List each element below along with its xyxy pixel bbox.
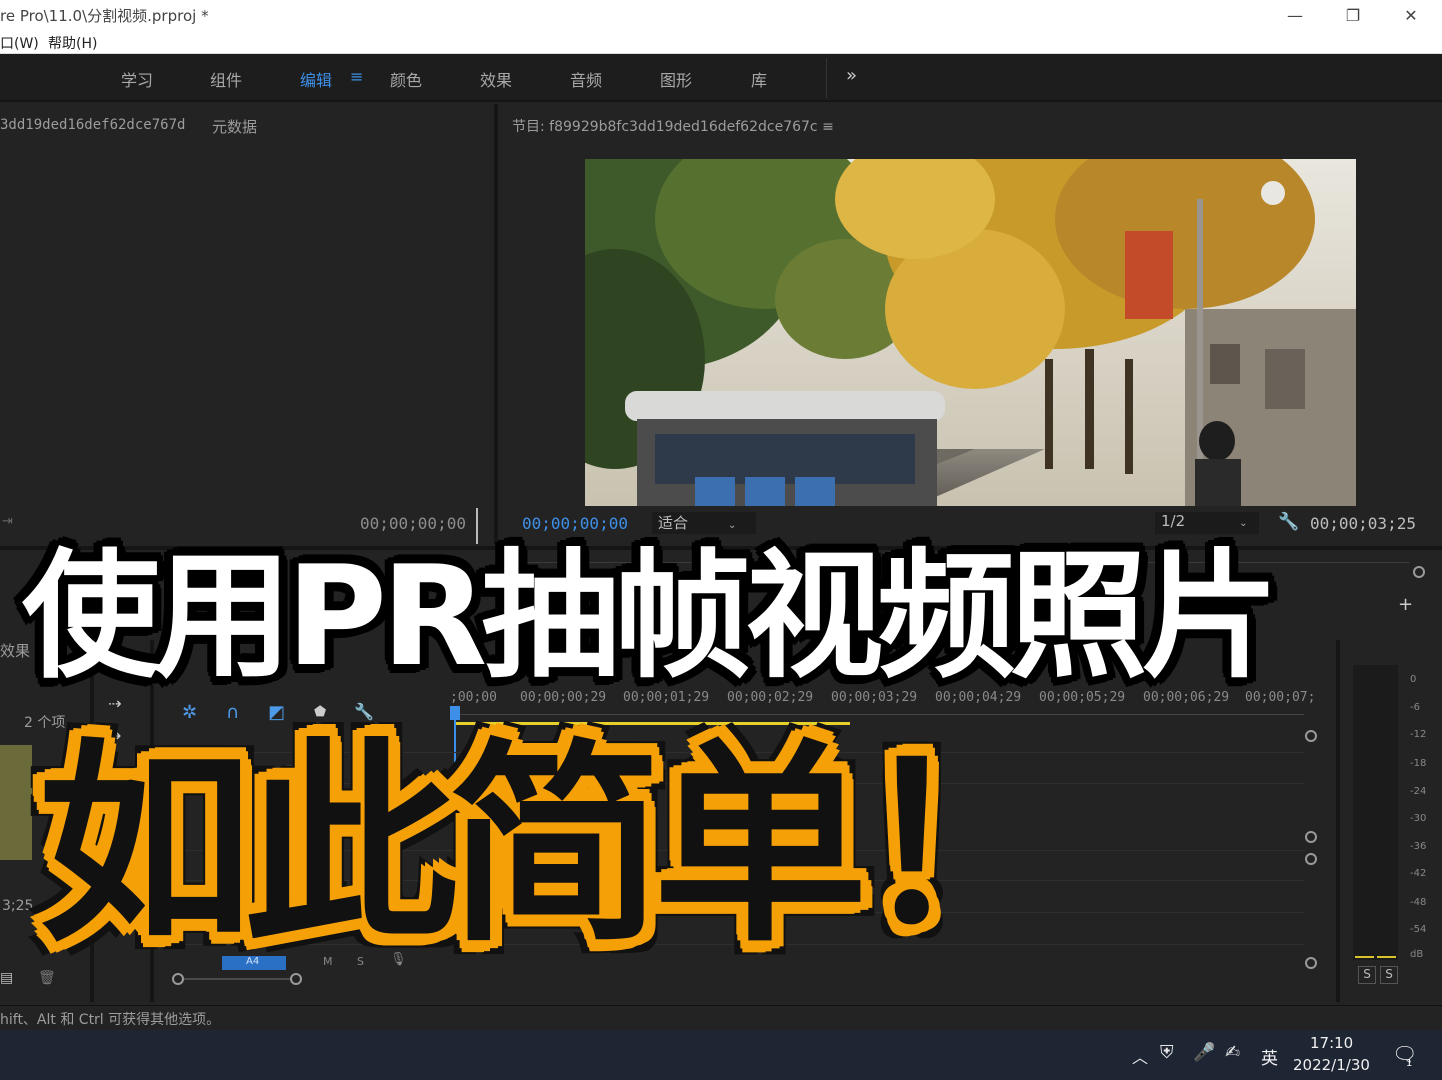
new-bin-icon[interactable]: ▤: [0, 970, 13, 986]
street-scene-image: [585, 159, 1356, 506]
timeline-playhead[interactable]: [450, 706, 460, 720]
program-video-frame: [585, 159, 1356, 506]
timeline-hscroll-handle[interactable]: [172, 973, 184, 985]
timeline-vscroll-handle[interactable]: [1305, 831, 1317, 843]
premiere-window: re Pro\11.0\分割视频.prproj * — ❐ ✕ 口(W) 帮助(…: [0, 0, 1442, 1080]
program-menu-icon[interactable]: ≡: [822, 119, 834, 135]
program-current-timecode[interactable]: 00;00;00;00: [522, 514, 628, 533]
trash-icon[interactable]: 🗑: [38, 970, 56, 986]
workspace-tab-effects[interactable]: 效果: [480, 67, 512, 91]
source-timecode[interactable]: 00;00;00;00: [360, 514, 466, 533]
timeline-vscroll-handle[interactable]: [1305, 957, 1317, 969]
program-duration-timecode: 00;00;03;25: [1310, 514, 1416, 533]
more-workspaces-icon[interactable]: »: [846, 65, 857, 86]
program-zoom-handle[interactable]: [1413, 566, 1425, 578]
db-label: -18: [1410, 758, 1427, 769]
marker-icon[interactable]: ⬟: [314, 704, 326, 720]
show-hidden-icons-icon[interactable]: ︿: [1132, 1044, 1148, 1068]
source-tab[interactable]: 3dd19ded16def62dce767d: [0, 117, 185, 133]
fit-dropdown[interactable]: 适合 ⌄: [652, 512, 756, 534]
chevron-down-icon: ⌄: [728, 520, 737, 531]
db-label: dB: [1410, 949, 1424, 960]
overlay-headline-line2: 如此简单！: [38, 720, 1073, 971]
status-bar: hift、Alt 和 Ctrl 可获得其他选项。: [0, 1005, 1442, 1029]
workspace-bar: 学习 组件 编辑 ≡ 颜色 效果 音频 图形 库 »: [0, 54, 1442, 102]
windows-taskbar: ︿ ⛨ 🎤 ✍ 英 17:10 2022/1/30 🗨 1: [0, 1030, 1442, 1080]
db-label: 0: [1410, 674, 1417, 685]
status-hint: hift、Alt 和 Ctrl 可获得其他选项。: [0, 1012, 221, 1028]
project-item-duration: 3;25: [2, 898, 34, 914]
resolution-dropdown[interactable]: 1/2 ⌄: [1155, 512, 1259, 534]
workspace-menu-icon[interactable]: ≡: [350, 67, 363, 86]
workspace-tab-editing[interactable]: 编辑: [300, 67, 332, 91]
close-button[interactable]: ✕: [1382, 0, 1440, 30]
pen-icon[interactable]: ✍: [1225, 1042, 1240, 1063]
add-button-icon[interactable]: +: [1398, 594, 1413, 615]
close-icon: ✕: [1404, 5, 1418, 25]
overlay-headline-line1: 使用PR抽帧视频照片: [22, 536, 1279, 697]
title-bar: re Pro\11.0\分割视频.prproj * — ❐ ✕: [0, 0, 1442, 30]
source-insert-icon[interactable]: ⇥: [2, 514, 13, 529]
timeline-vscroll-handle[interactable]: [1305, 730, 1317, 742]
meter-level-left: [1355, 956, 1374, 958]
restore-icon: ❐: [1345, 5, 1361, 25]
workspace-tab-audio[interactable]: 音频: [570, 67, 602, 91]
workspace-tab-assembly[interactable]: 组件: [210, 67, 242, 91]
notification-count: 1: [1406, 1058, 1413, 1069]
timeline-ruler[interactable]: [452, 714, 1304, 715]
solo-right-button[interactable]: S: [1380, 966, 1398, 984]
restore-button[interactable]: ❐: [1324, 0, 1382, 30]
resolution-value: 1/2: [1161, 512, 1186, 530]
notification-icon[interactable]: 🗨: [1392, 1042, 1417, 1066]
ime-indicator[interactable]: 英: [1261, 1044, 1278, 1069]
chevron-down-icon: ⌄: [1239, 518, 1248, 529]
db-label: -30: [1410, 813, 1427, 824]
program-title[interactable]: 节目: f89929b8fc3dd19ded16def62dce767c ≡: [512, 116, 834, 136]
db-label: -54: [1410, 924, 1427, 935]
menu-help[interactable]: 帮助(H): [48, 33, 97, 53]
timeline-hscroll-bar[interactable]: [184, 978, 290, 980]
db-label: -36: [1410, 841, 1427, 852]
workspace-tab-color[interactable]: 颜色: [390, 67, 422, 91]
db-label: -42: [1410, 868, 1427, 879]
metadata-tab[interactable]: 元数据: [212, 116, 257, 137]
timeline-settings-icon[interactable]: 🔧: [354, 702, 374, 721]
menu-window[interactable]: 口(W): [0, 33, 39, 53]
workspace-divider: [826, 58, 827, 98]
timeline-vscroll-handle[interactable]: [1305, 853, 1317, 865]
window-title: re Pro\11.0\分割视频.prproj *: [0, 7, 209, 25]
wrench-icon[interactable]: 🔧: [1278, 512, 1299, 532]
timeline-hscroll-handle[interactable]: [290, 973, 302, 985]
audio-meter: [1353, 665, 1398, 960]
project-thumbnail[interactable]: [0, 745, 32, 860]
db-label: -24: [1410, 786, 1427, 797]
program-title-text: 节目: f89929b8fc3dd19ded16def62dce767c: [512, 119, 818, 135]
meter-level-right: [1377, 956, 1396, 958]
menu-bar: 口(W) 帮助(H): [0, 30, 1442, 54]
microphone-icon[interactable]: 🎤: [1193, 1042, 1215, 1063]
db-label: -12: [1410, 729, 1427, 740]
workspace-tab-graphics[interactable]: 图形: [660, 67, 692, 91]
panel-splitter-4[interactable]: [1336, 640, 1340, 1002]
db-label: -6: [1410, 702, 1420, 713]
db-label: -48: [1410, 897, 1427, 908]
clock-time[interactable]: 17:10: [1310, 1034, 1353, 1052]
source-panel: 3dd19ded16def62dce767d 元数据 ⇥ 00;00;00;00: [0, 104, 494, 544]
minimize-button[interactable]: —: [1266, 0, 1324, 30]
solo-left-button[interactable]: S: [1358, 966, 1376, 984]
workspace-tab-libraries[interactable]: 库: [751, 67, 767, 91]
clock-date[interactable]: 2022/1/30: [1293, 1056, 1370, 1074]
fit-value: 适合: [658, 514, 689, 532]
workspace-tab-learn[interactable]: 学习: [121, 67, 153, 91]
security-icon[interactable]: ⛨: [1160, 1042, 1174, 1063]
minimize-icon: —: [1287, 5, 1303, 25]
